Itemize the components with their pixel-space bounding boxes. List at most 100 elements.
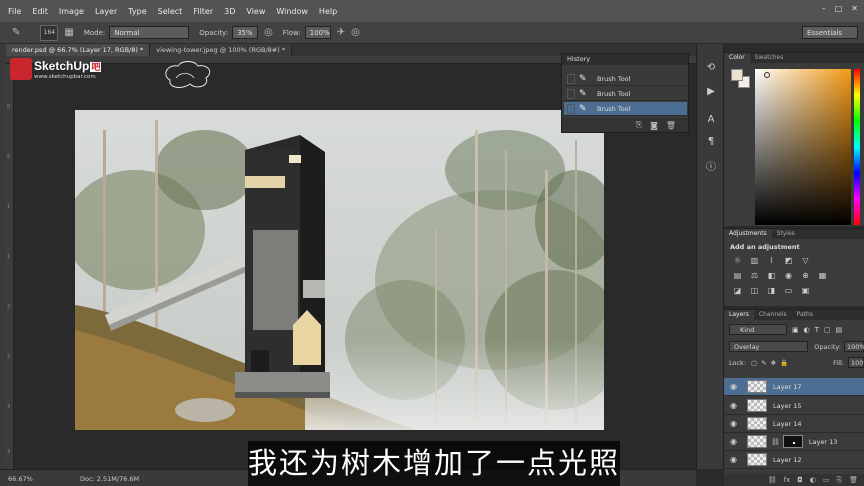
exposure-icon[interactable]: ◩ (783, 255, 794, 266)
channel-mixer-icon[interactable]: ⊕ (800, 270, 811, 281)
menu-window[interactable]: Window (276, 7, 308, 16)
new-layer-icon[interactable]: ⎘ (837, 476, 843, 485)
trash-icon[interactable]: 🗑 (849, 476, 858, 484)
posterize-icon[interactable]: ◫ (749, 285, 760, 296)
lock-icons[interactable]: ▢✎✥🔒 (751, 359, 792, 367)
info-panel-icon[interactable]: ⓘ (703, 160, 719, 176)
menu-image[interactable]: Image (59, 7, 84, 16)
selective-color-icon[interactable]: ▣ (800, 285, 811, 296)
menu-edit[interactable]: Edit (32, 7, 48, 16)
new-document-icon[interactable]: ⎘ (636, 120, 642, 130)
eye-icon[interactable]: ◉ (730, 437, 742, 446)
close-button[interactable]: ✕ (851, 4, 858, 13)
trash-icon[interactable]: 🗑 (666, 121, 676, 130)
black-white-icon[interactable]: ◧ (766, 270, 777, 281)
opacity-field[interactable]: 35% (232, 26, 259, 39)
pressure-opacity-icon[interactable]: ◎ (264, 27, 273, 38)
eye-icon[interactable]: ◉ (730, 382, 742, 391)
history-panel-icon[interactable]: ⟲ (703, 60, 719, 76)
new-group-icon[interactable]: ▭ (823, 476, 830, 484)
eye-icon[interactable]: ◉ (730, 401, 742, 410)
menu-type[interactable]: Type (128, 7, 146, 16)
ruler-mark: 3 (7, 404, 11, 410)
history-snapshot-box[interactable] (567, 103, 575, 114)
shape-filter-icon[interactable]: ▢ (824, 326, 831, 334)
blend-mode-dropdown[interactable]: Overlay (729, 341, 809, 352)
layer-row[interactable]: ◉ Layer 15 (724, 397, 864, 415)
history-item[interactable]: ✎ Brush Tool (564, 87, 687, 101)
adjustment-filter-icon[interactable]: ◐ (804, 326, 810, 334)
vibrance-icon[interactable]: ▽ (800, 255, 811, 266)
gradient-map-icon[interactable]: ▭ (783, 285, 794, 296)
chain-link-icon[interactable]: ⛓ (771, 438, 780, 446)
history-panel: History ✎ Brush Tool ✎ Brush Tool ✎ Brus… (561, 53, 689, 133)
eye-icon[interactable]: ◉ (730, 419, 742, 428)
layer-row[interactable]: ◉ Layer 14 (724, 415, 864, 433)
fx-icon[interactable]: fx (784, 476, 791, 484)
fill-field[interactable]: 100% (848, 357, 864, 368)
tab-adjustments[interactable]: Adjustments (724, 229, 772, 239)
new-adjustment-icon[interactable]: ◐ (810, 476, 816, 484)
tab-styles[interactable]: Styles (772, 229, 800, 239)
color-field[interactable] (755, 69, 851, 225)
workspace-dropdown[interactable]: Essentials (802, 26, 858, 39)
history-item[interactable]: ✎ Brush Tool (564, 72, 687, 86)
tab-viewing-tower[interactable]: viewing-tower.jpeg @ 100% (RGB/8#) * (150, 44, 293, 56)
maximize-button[interactable]: □ (835, 4, 843, 13)
tab-layers[interactable]: Layers (724, 310, 754, 320)
menu-layer[interactable]: Layer (95, 7, 117, 16)
brush-preset-picker[interactable]: 164 (40, 24, 59, 41)
menu-help[interactable]: Help (319, 7, 337, 16)
eye-icon[interactable]: ◉ (730, 455, 742, 464)
canvas-image[interactable] (75, 110, 604, 430)
minimize-button[interactable]: – (822, 4, 826, 13)
photo-filter-icon[interactable]: ◉ (783, 270, 794, 281)
brush-tool-icon[interactable]: ✎ (12, 27, 20, 38)
curves-icon[interactable]: ⌇ (766, 255, 777, 266)
mode-dropdown[interactable]: Normal (109, 26, 190, 39)
history-title[interactable]: History (562, 54, 688, 65)
tab-paths[interactable]: Paths (792, 310, 818, 320)
paragraph-panel-icon[interactable]: ¶ (703, 134, 719, 150)
menu-3d[interactable]: 3D (224, 7, 235, 16)
history-snapshot-box[interactable] (567, 73, 575, 84)
menu-view[interactable]: View (246, 7, 265, 16)
tab-swatches[interactable]: Swatches (750, 53, 789, 63)
layer-row[interactable]: ◉ Layer 12 (724, 451, 864, 469)
history-item[interactable]: ✎ Brush Tool (564, 102, 687, 116)
kind-filter-dropdown[interactable]: Kind (729, 324, 787, 335)
layer-row[interactable]: ◉ Layer 17 (724, 378, 864, 396)
color-balance-icon[interactable]: ⚖ (749, 270, 760, 281)
pressure-size-icon[interactable]: ◎ (351, 27, 360, 38)
zoom-level[interactable]: 66.67% (8, 475, 33, 483)
link-layers-icon[interactable]: ⛓ (768, 476, 777, 484)
camera-icon[interactable]: ◙ (650, 121, 658, 130)
color-lookup-icon[interactable]: ▦ (817, 270, 828, 281)
threshold-icon[interactable]: ◨ (766, 285, 777, 296)
actions-panel-icon[interactable]: ▶ (703, 84, 719, 100)
tab-color[interactable]: Color (724, 53, 750, 63)
layer-mask-thumbnail[interactable] (782, 435, 803, 448)
add-mask-icon[interactable]: ◘ (797, 476, 803, 484)
type-filter-icon[interactable]: T (815, 326, 819, 334)
airbrush-icon[interactable]: ✈ (337, 27, 345, 38)
levels-icon[interactable]: ▥ (749, 255, 760, 266)
menu-file[interactable]: File (8, 7, 21, 16)
brightness-icon[interactable]: ☼ (732, 255, 743, 266)
flow-field[interactable]: 100% (304, 26, 331, 39)
foreground-color-swatch[interactable] (731, 69, 743, 81)
menu-filter[interactable]: Filter (193, 7, 213, 16)
layer-opacity-field[interactable]: 100% (844, 341, 864, 352)
character-panel-icon[interactable]: A (703, 112, 719, 128)
hue-slider[interactable] (854, 69, 860, 225)
layer-row[interactable]: ◉ ⛓ Layer 13 (724, 433, 864, 451)
tab-channels[interactable]: Channels (754, 310, 792, 320)
pixel-filter-icon[interactable]: ▣ (792, 326, 799, 334)
tab-render[interactable]: render.psd @ 66.7% (Layer 17, RGB/8) * (6, 44, 151, 56)
history-snapshot-box[interactable] (567, 88, 575, 99)
hue-saturation-icon[interactable]: ▤ (732, 270, 743, 281)
smart-filter-icon[interactable]: ▤ (836, 326, 843, 334)
menu-select[interactable]: Select (158, 7, 183, 16)
invert-icon[interactable]: ◪ (732, 285, 743, 296)
brush-panel-icon[interactable]: ▦ (64, 27, 73, 38)
